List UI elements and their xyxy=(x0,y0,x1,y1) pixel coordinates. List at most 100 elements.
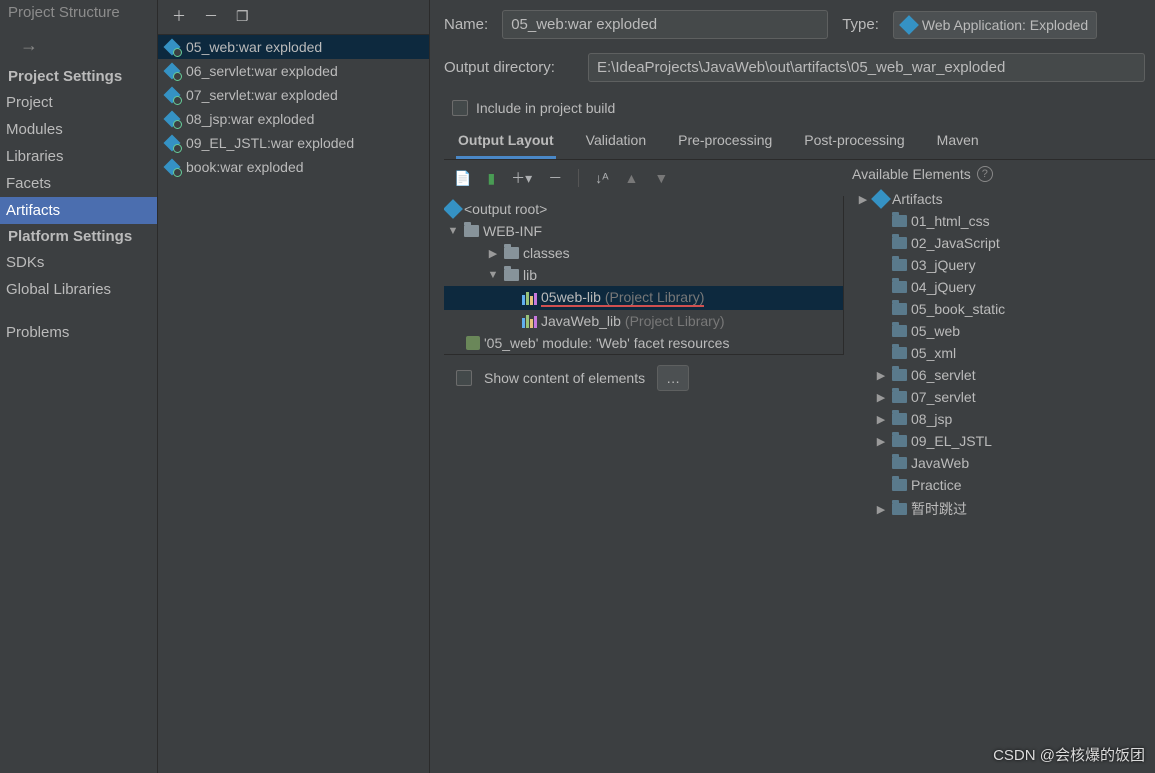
war-icon xyxy=(164,39,180,55)
show-content-checkbox[interactable] xyxy=(456,370,472,386)
available-item-label: 暂时跳过 xyxy=(911,499,967,519)
back-arrow-icon[interactable]: → xyxy=(0,31,157,64)
available-item[interactable]: 05_xml xyxy=(852,342,1145,364)
available-item-label: 01_html_css xyxy=(911,213,990,229)
available-item[interactable]: 02_JavaScript xyxy=(852,232,1145,254)
add-copy-icon[interactable]: ＋▾ xyxy=(511,168,532,188)
tree-webinf[interactable]: ▼ WEB-INF xyxy=(444,220,843,242)
add-artifact-icon[interactable]: ＋ xyxy=(172,6,186,26)
war-icon xyxy=(164,135,180,151)
tab-output-layout[interactable]: Output Layout xyxy=(456,126,556,159)
module-icon xyxy=(892,237,907,249)
help-icon[interactable]: ? xyxy=(977,166,993,182)
available-item[interactable]: 03_jQuery xyxy=(852,254,1145,276)
available-item[interactable]: 05_web xyxy=(852,320,1145,342)
outdir-input[interactable] xyxy=(588,53,1145,82)
tree-lib-javaweb[interactable]: JavaWeb_lib (Project Library) xyxy=(444,310,843,332)
remove-icon[interactable]: － xyxy=(548,168,562,188)
tree-facet[interactable]: '05_web' module: 'Web' facet resources xyxy=(444,332,843,354)
avail-artifacts-root[interactable]: ▶ Artifacts xyxy=(852,188,1145,210)
module-icon xyxy=(892,259,907,271)
include-checkbox[interactable] xyxy=(452,100,468,116)
type-dropdown[interactable]: Web Application: Exploded xyxy=(893,11,1097,39)
nav-modules[interactable]: Modules xyxy=(0,116,157,143)
module-icon xyxy=(892,303,907,315)
module-icon xyxy=(892,391,907,403)
module-icon xyxy=(892,435,907,447)
new-archive-icon[interactable]: ▮ xyxy=(487,170,495,187)
lib-label: lib xyxy=(523,267,537,283)
nav-sdks[interactable]: SDKs xyxy=(0,249,157,276)
artifact-item[interactable]: 09_EL_JSTL:war exploded xyxy=(158,131,429,155)
available-item-label: 06_servlet xyxy=(911,367,976,383)
available-item[interactable]: 05_book_static xyxy=(852,298,1145,320)
available-item-label: 05_web xyxy=(911,323,960,339)
expand-icon[interactable]: ▶ xyxy=(874,391,888,404)
available-item-label: 07_servlet xyxy=(911,389,976,405)
expand-icon[interactable]: ▶ xyxy=(874,413,888,426)
available-item[interactable]: ▶ 07_servlet xyxy=(852,386,1145,408)
tree-lib[interactable]: ▼ lib xyxy=(444,264,843,286)
window-title: Project Structure xyxy=(0,0,157,31)
expand-icon[interactable]: ▶ xyxy=(874,435,888,448)
lib1-suffix: (Project Library) xyxy=(605,289,705,305)
expand-icon[interactable]: ▶ xyxy=(486,247,500,260)
web-app-icon xyxy=(899,15,919,35)
available-item[interactable]: ▶ 暂时跳过 xyxy=(852,496,1145,522)
artifact-label: book:war exploded xyxy=(186,159,304,175)
available-title: Available Elements xyxy=(852,166,971,182)
tab-postprocessing[interactable]: Post-processing xyxy=(802,126,906,159)
tree-lib-05web[interactable]: 05web-lib (Project Library) xyxy=(444,286,843,310)
module-icon xyxy=(892,479,907,491)
artifact-item[interactable]: 07_servlet:war exploded xyxy=(158,83,429,107)
artifact-item[interactable]: 05_web:war exploded xyxy=(158,35,429,59)
lib2-suffix: (Project Library) xyxy=(625,313,725,329)
watermark: CSDN @会核爆的饭团 xyxy=(993,744,1145,765)
classes-label: classes xyxy=(523,245,570,261)
output-tree: <output root> ▼ WEB-INF ▶ classes ▼ xyxy=(444,196,844,354)
avail-artifacts-label: Artifacts xyxy=(892,191,943,207)
library-icon xyxy=(522,315,537,328)
available-item[interactable]: JavaWeb xyxy=(852,452,1145,474)
module-icon xyxy=(892,413,907,425)
available-item[interactable]: 04_jQuery xyxy=(852,276,1145,298)
nav-facets[interactable]: Facets xyxy=(0,170,157,197)
remove-artifact-icon[interactable]: － xyxy=(204,6,218,26)
nav-global-libraries[interactable]: Global Libraries xyxy=(0,276,157,303)
nav-project[interactable]: Project xyxy=(0,89,157,116)
nav-libraries[interactable]: Libraries xyxy=(0,143,157,170)
available-item[interactable]: ▶09_EL_JSTL xyxy=(852,430,1145,452)
artifact-item[interactable]: book:war exploded xyxy=(158,155,429,179)
copy-artifact-icon[interactable]: ❐ xyxy=(236,8,249,25)
sort-icon[interactable]: ↓ᴬ xyxy=(595,170,608,186)
folder-icon xyxy=(504,247,519,259)
artifact-item[interactable]: 08_jsp:war exploded xyxy=(158,107,429,131)
available-panel: Available Elements ? ▶ Artifacts 01_html… xyxy=(844,160,1155,773)
expand-icon[interactable]: ▼ xyxy=(486,269,500,281)
nav-artifacts[interactable]: Artifacts xyxy=(0,197,157,224)
move-down-icon[interactable]: ▼ xyxy=(654,170,668,186)
available-item[interactable]: ▶ 06_servlet xyxy=(852,364,1145,386)
more-options-button[interactable]: … xyxy=(657,365,689,391)
tree-output-root[interactable]: <output root> xyxy=(444,198,843,220)
tab-maven[interactable]: Maven xyxy=(935,126,981,159)
tab-preprocessing[interactable]: Pre-processing xyxy=(676,126,774,159)
expand-icon[interactable]: ▶ xyxy=(874,369,888,382)
artifact-item[interactable]: 06_servlet:war exploded xyxy=(158,59,429,83)
expand-icon[interactable]: ▼ xyxy=(446,225,460,237)
expand-icon[interactable]: ▶ xyxy=(856,193,870,206)
artifact-label: 07_servlet:war exploded xyxy=(186,87,338,103)
artifact-label: 08_jsp:war exploded xyxy=(186,111,314,127)
available-item[interactable]: 01_html_css xyxy=(852,210,1145,232)
tree-classes[interactable]: ▶ classes xyxy=(444,242,843,264)
available-item[interactable]: Practice xyxy=(852,474,1145,496)
war-icon xyxy=(164,87,180,103)
name-input[interactable] xyxy=(502,10,828,39)
expand-icon[interactable]: ▶ xyxy=(874,503,888,516)
new-folder-icon[interactable]: 📄 xyxy=(454,170,471,187)
main-panel: Name: Type: Web Application: Exploded Ou… xyxy=(430,0,1155,773)
available-item[interactable]: ▶08_jsp xyxy=(852,408,1145,430)
nav-problems[interactable]: Problems xyxy=(0,319,157,346)
tab-validation[interactable]: Validation xyxy=(584,126,648,159)
move-up-icon[interactable]: ▲ xyxy=(625,170,639,186)
